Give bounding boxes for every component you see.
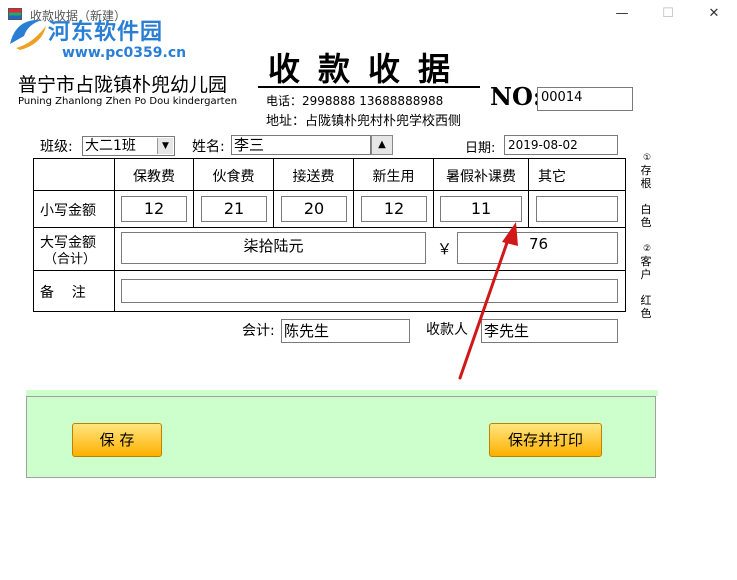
address-line: 地址：占陇镇朴兜村朴兜学校西侧 bbox=[266, 114, 462, 129]
small-amount-label: 小写金额 bbox=[40, 203, 96, 219]
customer-note: 客户 bbox=[640, 255, 652, 281]
big-amount-sub-label: （合计） bbox=[44, 252, 97, 267]
title-underline bbox=[258, 86, 480, 88]
grid-line bbox=[33, 190, 626, 191]
name-label: 姓名: bbox=[192, 139, 225, 155]
stub-note: 存根 bbox=[640, 164, 652, 190]
grid-line bbox=[33, 311, 626, 312]
column-header: 新生用 bbox=[372, 169, 415, 185]
remark-field[interactable] bbox=[121, 279, 618, 303]
triangle-up-icon: ▲ bbox=[378, 139, 386, 150]
amount-field-transport[interactable]: 20 bbox=[281, 196, 347, 222]
amount-field-summer-class[interactable]: 11 bbox=[440, 196, 522, 222]
receipt-title: 收款收据 bbox=[268, 50, 469, 88]
grid-line bbox=[33, 158, 34, 312]
watermark-url: www.pc0359.cn bbox=[62, 45, 187, 61]
minimize-button[interactable]: — bbox=[612, 5, 632, 23]
name-lookup-button[interactable]: ▲ bbox=[371, 135, 393, 155]
remark-label: 备 注 bbox=[40, 285, 86, 301]
save-button[interactable]: 保 存 bbox=[72, 423, 162, 457]
amount-field-new-student[interactable]: 12 bbox=[361, 196, 427, 222]
receipt-number-label: NO: bbox=[490, 82, 542, 111]
name-field[interactable]: 李三 bbox=[231, 135, 371, 155]
maximize-button[interactable]: ☐ bbox=[658, 5, 678, 23]
receipt-number-field[interactable]: 00014 bbox=[537, 87, 633, 111]
school-name-en: Puning Zhanlong Zhen Po Dou kindergarten bbox=[18, 96, 238, 107]
phone-line: 电话：2998888 13688888988 bbox=[266, 94, 444, 108]
grid-line bbox=[33, 270, 626, 271]
amount-field-meals[interactable]: 21 bbox=[201, 196, 267, 222]
column-header: 其它 bbox=[538, 169, 566, 185]
grid-line bbox=[33, 158, 626, 159]
school-name-cn: 普宁市占陇镇朴兜幼儿园 bbox=[18, 74, 228, 96]
watermark-logo-icon bbox=[10, 19, 46, 50]
accountant-label: 会计: bbox=[242, 323, 275, 339]
watermark-name: 河东软件园 bbox=[48, 20, 164, 45]
big-amount-field[interactable]: 柒拾陆元 bbox=[121, 232, 426, 264]
chevron-down-icon[interactable]: ▼ bbox=[157, 138, 173, 154]
class-select[interactable]: 大二1班 ▼ bbox=[82, 136, 175, 156]
close-button[interactable]: ✕ bbox=[704, 5, 724, 23]
grid-line bbox=[625, 158, 626, 312]
grid-line bbox=[33, 227, 626, 228]
accountant-field[interactable]: 陈先生 bbox=[281, 319, 410, 343]
column-header: 接送费 bbox=[292, 169, 335, 185]
annotation-arrow-icon bbox=[458, 222, 518, 380]
column-header: 保教费 bbox=[133, 169, 175, 185]
customer-color-note: 红色 bbox=[640, 294, 652, 320]
date-field[interactable]: 2019-08-02 bbox=[504, 135, 618, 155]
stub-color-note: 白色 bbox=[640, 203, 652, 229]
class-select-value: 大二1班 bbox=[85, 138, 136, 154]
class-label: 班级: bbox=[40, 139, 73, 155]
save-and-print-button[interactable]: 保存并打印 bbox=[489, 423, 602, 457]
amount-field-other[interactable] bbox=[536, 196, 618, 222]
column-header: 伙食费 bbox=[212, 169, 255, 185]
column-header: 暑假补课费 bbox=[446, 169, 516, 185]
date-label: 日期: bbox=[465, 141, 496, 156]
amount-field-tuition[interactable]: 12 bbox=[121, 196, 187, 222]
